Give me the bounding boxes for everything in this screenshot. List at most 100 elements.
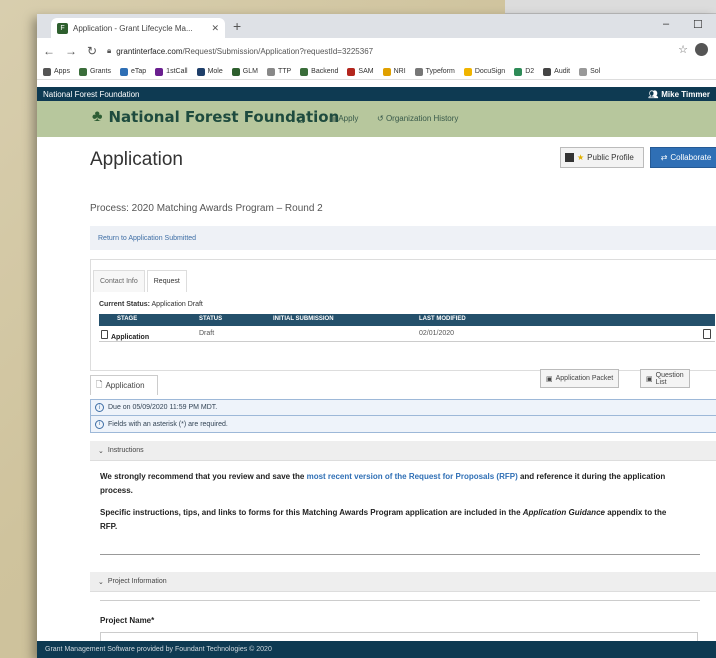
header-status: STATUS bbox=[199, 316, 223, 322]
profile-avatar[interactable] bbox=[695, 43, 708, 56]
bookmark-label: Sol bbox=[590, 68, 601, 75]
profile-card-icon bbox=[565, 153, 574, 162]
row-status: Draft bbox=[199, 330, 215, 337]
collaborate-button[interactable]: ⇄ Collaborate bbox=[650, 147, 716, 168]
required-text: Fields with an asterisk (*) are required… bbox=[108, 420, 228, 428]
browser-tab[interactable]: F Application - Grant Lifecycle Ma... ✕ bbox=[51, 18, 225, 38]
bookmark-item[interactable]: Mole bbox=[196, 67, 223, 76]
bookmark-label: Backend bbox=[311, 68, 339, 75]
url-text: grantinterface.com/Request/Submission/Ap… bbox=[116, 46, 374, 56]
pdf-icon: ▣ bbox=[646, 375, 653, 383]
info-icon: i bbox=[95, 403, 104, 412]
bookmark-icon bbox=[463, 67, 472, 76]
bookmark-icon bbox=[266, 67, 275, 76]
project-info-header[interactable]: ⌄ Project Information bbox=[90, 572, 716, 592]
divider bbox=[100, 554, 700, 555]
divider bbox=[100, 600, 700, 601]
instructions-header[interactable]: ⌄ Instructions bbox=[90, 441, 716, 461]
bookmark-label: DocuSign bbox=[474, 68, 506, 75]
bookmark-label: D2 bbox=[525, 68, 535, 75]
bookmarks-bar: Apps Grants eTap 1stCall Mole GLM TTP Backend SA… bbox=[37, 64, 716, 80]
rfp-link[interactable]: most recent version of the Request for P… bbox=[307, 472, 518, 481]
question-list-button[interactable]: ▣ Question List bbox=[640, 369, 690, 388]
bookmark-label: Apps bbox=[54, 68, 70, 75]
current-status: Current Status: Application Draft bbox=[99, 301, 203, 308]
bookmark-item[interactable]: NRI bbox=[382, 67, 406, 76]
bookmark-label: NRI bbox=[393, 68, 406, 75]
bookmark-item[interactable]: Backend bbox=[300, 67, 339, 76]
info-box: i Due on 05/09/2020 11:59 PM MDT. i Fields… bbox=[90, 399, 716, 433]
star-icon: ★ bbox=[577, 153, 585, 162]
return-link[interactable]: Return to Application Submitted bbox=[90, 226, 716, 250]
bookmark-label: GLM bbox=[242, 68, 258, 75]
bookmark-item[interactable]: Typeform bbox=[414, 67, 455, 76]
bookmark-item[interactable]: Grants bbox=[78, 67, 111, 76]
home-icon[interactable]: ⌂ bbox=[297, 111, 305, 126]
user-menu[interactable]: 👥︎ Mike Timmer bbox=[648, 90, 710, 99]
bookmark-icon bbox=[119, 67, 128, 76]
bookmark-item[interactable]: Apps bbox=[43, 67, 70, 76]
bookmark-icon bbox=[347, 67, 356, 76]
required-notice: i Fields with an asterisk (*) are require… bbox=[91, 416, 716, 432]
header-stage: STAGE bbox=[117, 316, 138, 322]
row-stage[interactable]: Application bbox=[101, 330, 149, 341]
bookmark-item[interactable]: SAM bbox=[347, 67, 374, 76]
bookmark-item[interactable]: GLM bbox=[231, 67, 258, 76]
download-pdf-icon[interactable] bbox=[703, 329, 711, 339]
instructions-label: Instructions bbox=[107, 447, 144, 454]
bookmark-label: 1stCall bbox=[166, 68, 188, 75]
background-window bbox=[505, 0, 716, 14]
bookmark-star-icon[interactable]: ☆ bbox=[678, 43, 688, 56]
tab-request[interactable]: Request bbox=[146, 270, 187, 292]
bookmark-item[interactable]: TTP bbox=[266, 67, 291, 76]
bookmark-item[interactable]: 1stCall bbox=[155, 67, 188, 76]
bookmark-item[interactable]: DocuSign bbox=[463, 67, 506, 76]
document-icon: 🗋︎ bbox=[96, 379, 103, 389]
project-name-label: Project Name* bbox=[100, 616, 155, 625]
pdf-icon: ▣ bbox=[546, 375, 553, 383]
nav-org-history[interactable]: ↺ Organization History bbox=[377, 114, 458, 123]
bookmark-icon bbox=[155, 67, 164, 76]
site-favicon-icon: F bbox=[57, 22, 68, 34]
header-initial-submission: INITIAL SUBMISSION bbox=[273, 316, 334, 322]
nav-apply[interactable]: ▤ Apply bbox=[329, 114, 358, 123]
site-header: ♣ National Forest Foundation ⌂ ▤ Apply ↺… bbox=[37, 101, 716, 137]
new-tab-icon[interactable]: + bbox=[233, 18, 241, 34]
process-name: Process: 2020 Matching Awards Program – … bbox=[90, 203, 323, 214]
table-row: Application Draft 02/01/2020 bbox=[99, 326, 715, 342]
back-icon[interactable]: ← bbox=[43, 44, 55, 58]
bookmark-label: Grants bbox=[89, 68, 111, 75]
bookmark-icon bbox=[231, 67, 240, 76]
bookmark-item[interactable]: Sol bbox=[579, 67, 601, 76]
close-tab-icon[interactable]: ✕ bbox=[211, 23, 219, 34]
bookmark-icon bbox=[43, 67, 51, 76]
bookmark-item[interactable]: eTap bbox=[119, 67, 146, 76]
instructions-para-2: Specific instructions, tips, and links t… bbox=[100, 508, 667, 531]
org-label: National Forest Foundation bbox=[43, 89, 140, 99]
tab-contact-info[interactable]: Contact Info bbox=[93, 270, 145, 292]
address-bar[interactable]: 🔒︎ grantinterface.com/Request/Submission… bbox=[107, 42, 677, 60]
bookmark-item[interactable]: D2 bbox=[514, 67, 535, 76]
reload-icon[interactable]: ↻ bbox=[87, 44, 97, 58]
bookmark-icon bbox=[514, 67, 523, 76]
public-profile-label: Public Profile bbox=[587, 153, 634, 162]
maximize-icon[interactable]: ☐ bbox=[693, 18, 703, 31]
bookmark-item[interactable]: Audit bbox=[543, 67, 570, 76]
request-tabs: Contact Info Request bbox=[93, 270, 189, 292]
forward-icon[interactable]: → bbox=[65, 44, 77, 58]
project-info-label: Project Information bbox=[107, 578, 167, 585]
info-icon: i bbox=[95, 419, 104, 429]
document-icon bbox=[101, 330, 108, 339]
minimize-icon[interactable]: – bbox=[663, 18, 669, 30]
app-top-bar: National Forest Foundation 👥︎ Mike Timmer bbox=[37, 87, 716, 101]
public-profile-button[interactable]: ★ Public Profile bbox=[560, 147, 644, 168]
bookmark-icon bbox=[382, 67, 391, 76]
page-title: Application bbox=[90, 149, 183, 170]
collaborate-label: Collaborate bbox=[670, 153, 712, 162]
header-last-modified: LAST MODIFIED bbox=[419, 316, 466, 322]
tab-strip: F Application - Grant Lifecycle Ma... ✕ … bbox=[37, 14, 716, 38]
application-tab[interactable]: 🗋︎ Application bbox=[90, 375, 158, 395]
table-header: STAGE STATUS INITIAL SUBMISSION LAST MOD… bbox=[99, 314, 715, 326]
application-packet-button[interactable]: ▣ Application Packet bbox=[540, 369, 620, 388]
bookmark-icon bbox=[78, 67, 87, 76]
